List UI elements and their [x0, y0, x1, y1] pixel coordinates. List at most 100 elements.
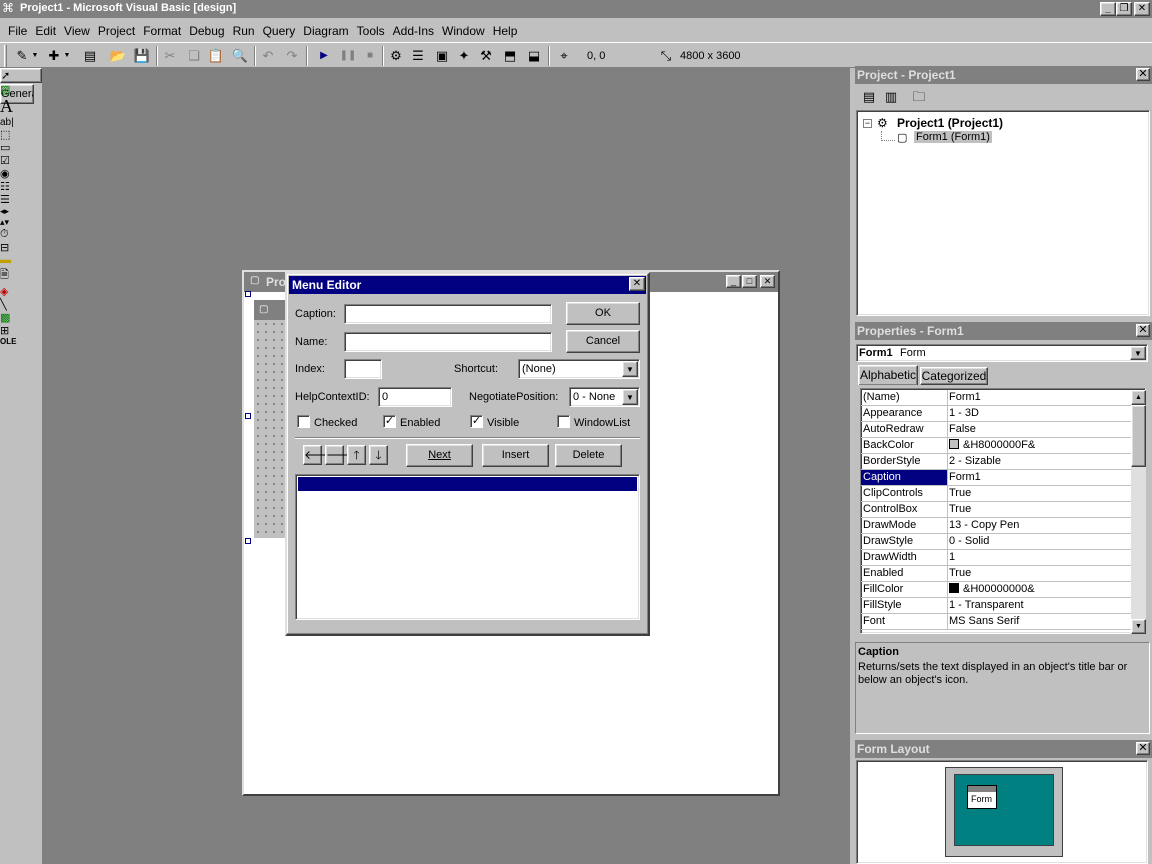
shape-icon[interactable]: ◈: [0, 285, 42, 298]
listbox-icon[interactable]: ☰: [0, 193, 42, 206]
menu-run[interactable]: Run: [229, 24, 259, 38]
property-value[interactable]: 1: [949, 551, 1129, 563]
property-row[interactable]: Appearance 1 - 3D: [861, 406, 1131, 422]
menu-addins[interactable]: Add-Ins: [389, 24, 438, 38]
property-row[interactable]: AutoRedraw False: [861, 422, 1131, 438]
property-value[interactable]: 2 - Sizable: [949, 455, 1129, 467]
filelistbox-icon[interactable]: 🗎: [0, 266, 42, 285]
label-icon[interactable]: A: [0, 96, 42, 117]
optionbutton-icon[interactable]: ◉: [0, 167, 42, 180]
property-row[interactable]: FillColor &H00000000&: [861, 582, 1131, 598]
undo-icon[interactable]: ↶: [258, 46, 278, 66]
break-icon[interactable]: ❚❚: [338, 46, 358, 66]
property-value[interactable]: True: [949, 503, 1129, 515]
windowlist-checkbox[interactable]: [557, 415, 570, 428]
index-input[interactable]: [344, 359, 382, 379]
menu-diagram[interactable]: Diagram: [299, 24, 352, 38]
menu-project[interactable]: Project: [94, 24, 139, 38]
pointer-icon[interactable]: ➚: [0, 68, 42, 83]
start-icon[interactable]: ▶: [314, 46, 334, 66]
combobox-icon[interactable]: ☷: [0, 180, 42, 193]
image-icon[interactable]: ▩: [0, 311, 42, 324]
form-close-button[interactable]: ✕: [760, 275, 775, 288]
caption-input[interactable]: [344, 304, 552, 324]
form1-titlebar[interactable]: ▢: [254, 300, 288, 320]
property-row[interactable]: DrawMode 13 - Copy Pen: [861, 518, 1131, 534]
hscrollbar-icon[interactable]: ◂▸: [0, 206, 42, 217]
ok-button[interactable]: OK: [566, 302, 640, 325]
property-row[interactable]: DrawWidth 1: [861, 550, 1131, 566]
name-input[interactable]: [344, 332, 552, 352]
object-browser-icon[interactable]: ✦: [454, 46, 474, 66]
property-row[interactable]: Enabled True: [861, 566, 1131, 582]
property-row[interactable]: (Name) Form1: [861, 390, 1131, 406]
enabled-checkbox[interactable]: ✓: [383, 415, 396, 428]
picturebox-icon[interactable]: ▨: [0, 83, 42, 96]
arrow-up-button[interactable]: 🡑: [347, 445, 366, 465]
vscrollbar-icon[interactable]: ▴▾: [0, 217, 42, 228]
property-row[interactable]: ControlBox True: [861, 502, 1131, 518]
end-icon[interactable]: ■: [360, 46, 380, 66]
menu-view[interactable]: View: [60, 24, 94, 38]
arrow-down-button[interactable]: 🡓: [369, 445, 388, 465]
negotiateposition-dropdown[interactable]: 0 - None ▼: [569, 387, 640, 407]
property-row[interactable]: BackColor &H8000000F&: [861, 438, 1131, 454]
textbox-icon[interactable]: ab|: [0, 117, 42, 128]
insert-button[interactable]: Insert: [482, 444, 549, 467]
resize-handle[interactable]: [245, 538, 251, 544]
property-value[interactable]: True: [949, 487, 1129, 499]
save-project-icon[interactable]: 💾: [132, 46, 152, 66]
menu-format[interactable]: Format: [139, 24, 185, 38]
project-explorer-icon[interactable]: ⚙: [386, 46, 406, 66]
visual-component-manager-icon[interactable]: ⬓: [524, 46, 544, 66]
tree-item-form1[interactable]: Form1 (Form1): [914, 131, 992, 143]
resize-handle[interactable]: [245, 291, 251, 297]
form-layout-close-button[interactable]: ✕: [1136, 742, 1150, 755]
properties-panel-caption[interactable]: Properties - Form1 ✕: [855, 322, 1152, 340]
toolbar-grip[interactable]: [4, 45, 7, 67]
restore-button[interactable]: ❐: [1116, 2, 1132, 16]
add-form-icon[interactable]: ✚: [44, 46, 64, 66]
property-row[interactable]: BorderStyle 2 - Sizable: [861, 454, 1131, 470]
menu-debug[interactable]: Debug: [185, 24, 228, 38]
checkbox-icon[interactable]: ☑: [0, 154, 42, 167]
resize-handle[interactable]: [245, 413, 251, 419]
chevron-down-icon[interactable]: ▼: [622, 389, 638, 405]
form-layout-panel-caption[interactable]: Form Layout ✕: [855, 740, 1152, 758]
property-value[interactable]: False: [949, 423, 1129, 435]
form-layout-icon[interactable]: ▣: [432, 46, 452, 66]
data-control-icon[interactable]: ⊞: [0, 324, 42, 337]
shortcut-dropdown[interactable]: (None) ▼: [518, 359, 640, 379]
menu-help[interactable]: Help: [489, 24, 522, 38]
project-panel-close-button[interactable]: ✕: [1136, 68, 1150, 81]
property-row[interactable]: ClipControls True: [861, 486, 1131, 502]
commandbutton-icon[interactable]: ▭: [0, 141, 42, 154]
property-value[interactable]: Form1: [949, 471, 1129, 483]
cancel-button[interactable]: Cancel: [566, 330, 640, 353]
cut-icon[interactable]: ✂: [160, 46, 180, 66]
property-value[interactable]: 1 - 3D: [949, 407, 1129, 419]
layout-form-preview[interactable]: Form: [967, 785, 997, 809]
menu-editor-icon[interactable]: ▤: [80, 46, 100, 66]
menu-editor-close-button[interactable]: ✕: [629, 277, 645, 291]
property-value[interactable]: MS Sans Serif: [949, 615, 1129, 627]
property-value[interactable]: &H8000000F&: [949, 439, 1129, 451]
menu-window[interactable]: Window: [438, 24, 489, 38]
menu-editor-titlebar[interactable]: Menu Editor: [289, 276, 646, 294]
view-object-icon[interactable]: ▥: [881, 87, 901, 107]
property-row[interactable]: FillStyle 1 - Transparent: [861, 598, 1131, 614]
tree-collapse-icon[interactable]: −: [863, 119, 872, 128]
close-button[interactable]: ✕: [1134, 2, 1150, 16]
list-item-selected[interactable]: [298, 477, 637, 491]
open-project-icon[interactable]: 📂: [108, 46, 128, 66]
ole-icon[interactable]: OLE: [0, 337, 42, 346]
minimize-button[interactable]: _: [1100, 2, 1116, 16]
scroll-up-arrow-icon[interactable]: ▲: [1131, 390, 1146, 405]
property-value[interactable]: 13 - Copy Pen: [949, 519, 1129, 531]
property-value[interactable]: 1 - Transparent: [949, 599, 1129, 611]
next-button[interactable]: Next: [406, 444, 473, 467]
find-icon[interactable]: 🔍: [230, 46, 250, 66]
dirlistbox-icon[interactable]: ▬: [0, 254, 42, 266]
property-row[interactable]: Caption Form1: [861, 470, 1131, 486]
tree-item-project1[interactable]: Project1 (Project1): [897, 116, 1003, 130]
